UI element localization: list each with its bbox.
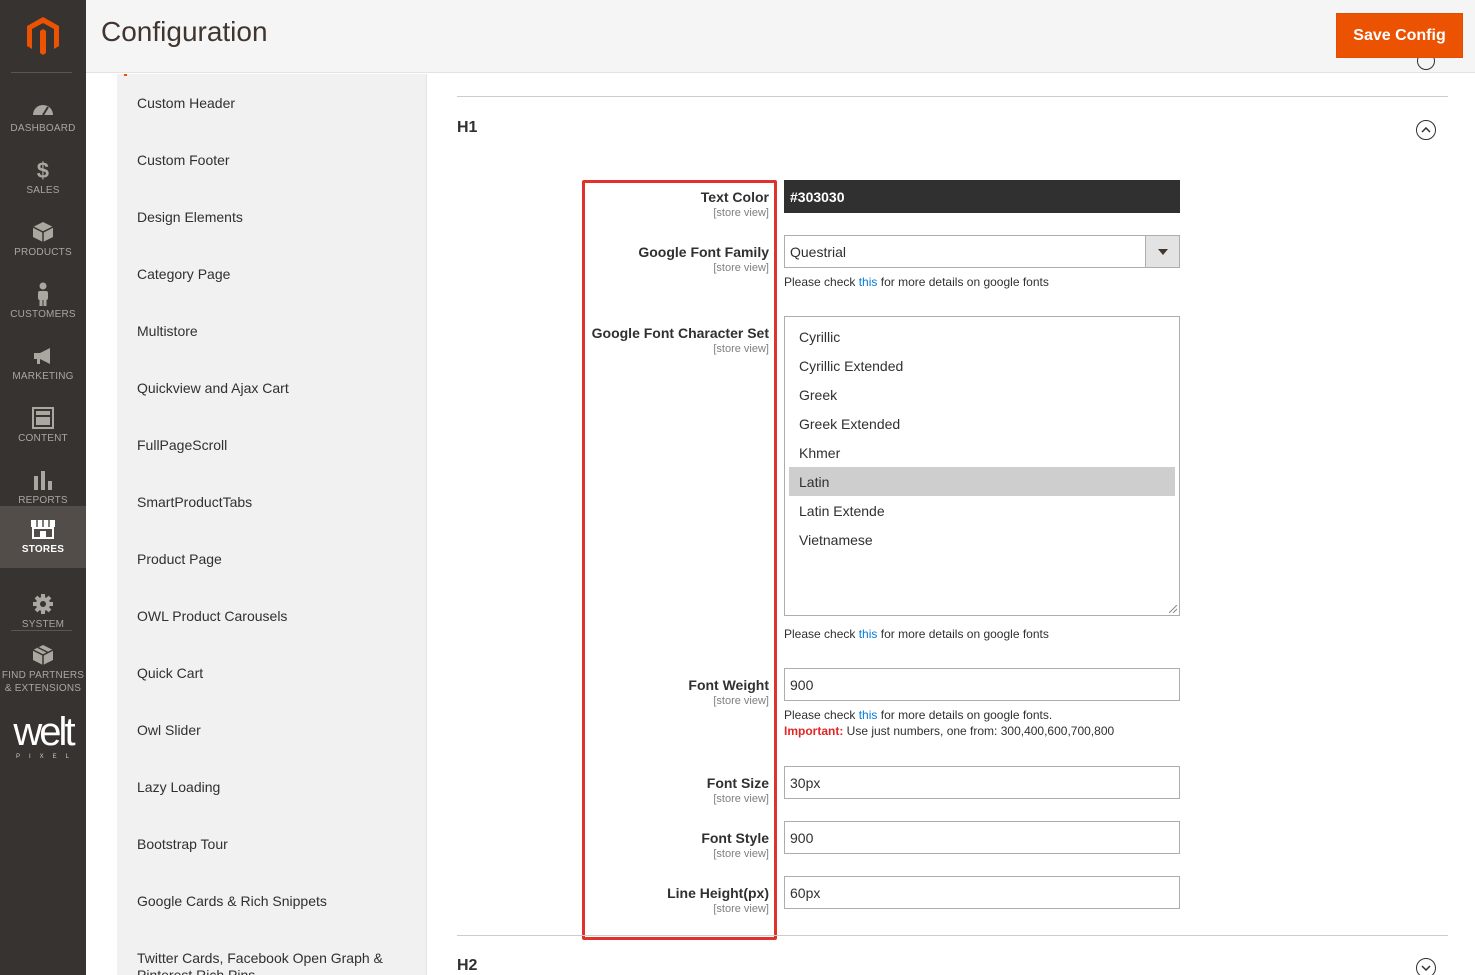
- magento-logo-icon[interactable]: [0, 0, 86, 72]
- menu-item-dashboard[interactable]: DASHBOARD: [0, 85, 86, 147]
- chevron-down-icon[interactable]: [1416, 958, 1436, 975]
- tab-twitter-facebook-pinterest[interactable]: Twitter Cards, Facebook Open Graph & Pin…: [137, 950, 417, 975]
- collapse-icon[interactable]: [1417, 58, 1435, 74]
- menu-item-find-partners[interactable]: FIND PARTNERS & EXTENSIONS: [0, 637, 86, 701]
- important-label: Important:: [784, 724, 844, 738]
- tab-multistore[interactable]: Multistore: [137, 323, 417, 340]
- char-set-option[interactable]: Cyrillic: [789, 322, 1175, 351]
- menu-item-customers[interactable]: CUSTOMERS: [0, 271, 86, 333]
- tab-smartproducttabs[interactable]: SmartProductTabs: [137, 494, 417, 511]
- char-set-option[interactable]: Latin Extende: [789, 496, 1175, 525]
- menu-item-label: STORES: [21, 544, 65, 555]
- font-weight-input[interactable]: 900: [784, 668, 1180, 701]
- tab-product-page[interactable]: Product Page: [137, 551, 417, 568]
- storefront-icon: [30, 518, 56, 540]
- menu-item-stores[interactable]: STORES: [0, 506, 86, 568]
- person-icon: [30, 282, 56, 306]
- tab-quick-cart[interactable]: Quick Cart: [137, 665, 417, 682]
- menu-divider: [11, 72, 72, 73]
- char-set-option[interactable]: Greek Extended: [789, 409, 1175, 438]
- line-height-input[interactable]: 60px: [784, 876, 1180, 909]
- bar-chart-icon: [30, 469, 56, 491]
- menu-item-label: PRODUCTS: [14, 247, 72, 258]
- tab-custom-header[interactable]: Custom Header: [137, 95, 417, 112]
- char-set-option[interactable]: Vietnamese: [789, 525, 1175, 554]
- char-set-option[interactable]: Khmer: [789, 438, 1175, 467]
- section-title-h1[interactable]: H1: [457, 119, 477, 137]
- tab-owl-product-carousels[interactable]: OWL Product Carousels: [137, 608, 417, 625]
- tab-lazy-loading[interactable]: Lazy Loading: [137, 779, 417, 796]
- section-divider: [457, 935, 1448, 936]
- page-title: Configuration: [101, 16, 268, 47]
- gauge-icon: [30, 97, 56, 119]
- menu-item-sales[interactable]: $ SALES: [0, 147, 86, 209]
- menu-divider: [11, 630, 72, 631]
- tab-quickview-ajax-cart[interactable]: Quickview and Ajax Cart: [137, 380, 417, 397]
- char-set-multiselect[interactable]: Cyrillic Cyrillic Extended Greek Greek E…: [784, 316, 1180, 616]
- tab-custom-footer[interactable]: Custom Footer: [137, 152, 417, 169]
- google-fonts-link[interactable]: this: [859, 275, 878, 289]
- page-header: Configuration Save Config: [86, 0, 1475, 73]
- chevron-down-icon[interactable]: [1145, 236, 1179, 267]
- chevron-up-icon[interactable]: [1416, 120, 1436, 140]
- menu-item-label: SALES: [26, 185, 60, 196]
- section-title-h2[interactable]: H2: [457, 957, 477, 975]
- package-icon: [30, 644, 56, 666]
- cube-icon: [30, 221, 56, 243]
- menu-item-label: DASHBOARD: [10, 123, 76, 134]
- annotation-highlight-box: [582, 180, 777, 940]
- menu-item-label: MARKETING: [12, 371, 74, 382]
- menu-item-label: CONTENT: [18, 433, 68, 444]
- menu-item-content[interactable]: CONTENT: [0, 395, 86, 457]
- google-fonts-link[interactable]: this: [859, 627, 878, 641]
- tab-category-page[interactable]: Category Page: [137, 266, 417, 283]
- tab-bootstrap-tour[interactable]: Bootstrap Tour: [137, 836, 417, 853]
- char-set-option[interactable]: Greek: [789, 380, 1175, 409]
- dollar-icon: $: [36, 157, 50, 183]
- menu-item-products[interactable]: PRODUCTS: [0, 209, 86, 271]
- config-tabs: Custom Header Custom Footer Design Eleme…: [117, 74, 427, 975]
- active-tab-marker: [124, 74, 127, 76]
- resize-grip-icon[interactable]: [1169, 605, 1177, 613]
- save-config-button[interactable]: Save Config: [1336, 13, 1463, 58]
- font-family-note: Please check this for more details on go…: [784, 275, 1049, 289]
- google-fonts-link[interactable]: this: [859, 708, 878, 722]
- layout-icon: [30, 407, 56, 429]
- font-weight-note: Please check this for more details on go…: [784, 708, 1115, 738]
- char-set-option[interactable]: Cyrillic Extended: [789, 351, 1175, 380]
- section-divider: [457, 96, 1448, 97]
- font-style-input[interactable]: 900: [784, 821, 1180, 854]
- tab-design-elements[interactable]: Design Elements: [137, 209, 417, 226]
- menu-item-label: FIND PARTNERS & EXTENSIONS: [1, 669, 85, 694]
- menu-item-marketing[interactable]: MARKETING: [0, 333, 86, 395]
- menu-item-system[interactable]: SYSTEM: [0, 581, 86, 643]
- weltpixel-logo[interactable]: welt PIXEL: [0, 712, 86, 760]
- font-size-input[interactable]: 30px: [784, 766, 1180, 799]
- font-family-value: Questrial: [790, 244, 847, 260]
- gear-icon: [30, 593, 56, 615]
- tab-fullpagescroll[interactable]: FullPageScroll: [137, 437, 417, 454]
- tab-google-cards-rich-snippets[interactable]: Google Cards & Rich Snippets: [137, 893, 417, 910]
- font-family-select[interactable]: Questrial: [784, 235, 1180, 268]
- menu-item-label: CUSTOMERS: [10, 309, 76, 320]
- char-set-note: Please check this for more details on go…: [784, 627, 1049, 641]
- text-color-input[interactable]: #303030: [784, 180, 1180, 213]
- admin-menu: DASHBOARD $ SALES PRODUCTS CUSTOMERS MAR…: [0, 0, 86, 975]
- char-set-option-selected[interactable]: Latin: [789, 467, 1175, 496]
- tab-owl-slider[interactable]: Owl Slider: [137, 722, 417, 739]
- megaphone-icon: [30, 345, 56, 367]
